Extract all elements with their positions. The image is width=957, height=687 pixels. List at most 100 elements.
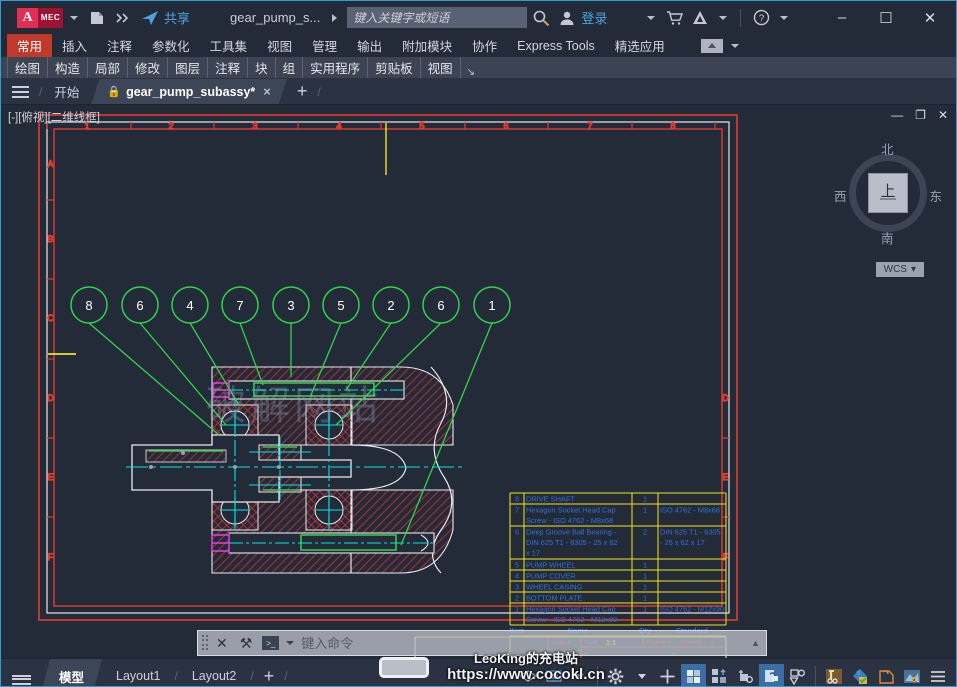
command-line-close-icon[interactable]: ✕ bbox=[210, 635, 234, 652]
object-snap-tracking-icon[interactable] bbox=[733, 664, 758, 687]
ribbon-tab-2[interactable]: 注释 bbox=[97, 34, 142, 57]
ribbon-panel-2[interactable]: 局部 bbox=[88, 57, 129, 78]
ribbon-panel-8[interactable]: 实用程序 bbox=[303, 57, 369, 78]
wcs-selector[interactable]: WCS ▾ bbox=[875, 262, 924, 277]
app-logo[interactable]: A MEC bbox=[17, 7, 63, 28]
ortho-mode-icon[interactable] bbox=[707, 664, 732, 687]
ribbon-minimize-group[interactable] bbox=[700, 34, 744, 57]
add-icon[interactable] bbox=[655, 664, 680, 687]
command-line-customize-icon[interactable]: ⚒ bbox=[234, 635, 259, 652]
ribbon-tab-10[interactable]: Express Tools bbox=[507, 34, 605, 57]
share-button[interactable]: 共享 bbox=[141, 8, 190, 27]
ribbon-panel-1[interactable]: 构造 bbox=[48, 57, 89, 78]
cart-icon[interactable] bbox=[662, 6, 686, 30]
viewport-scale-icon[interactable] bbox=[541, 664, 566, 687]
view-cube[interactable]: 上 北 南 西 东 bbox=[834, 143, 942, 246]
viewport-label[interactable]: [-][俯视][二维线框] bbox=[8, 109, 100, 125]
settings-caret-icon[interactable] bbox=[629, 664, 654, 687]
ribbon-panel-overflow-icon[interactable]: ↘ bbox=[461, 57, 481, 78]
svg-text:?: ? bbox=[759, 14, 765, 25]
layout-tab-model[interactable]: 模型 bbox=[41, 659, 102, 687]
annotation-visibility-icon[interactable] bbox=[785, 664, 810, 687]
ribbon-panel-3[interactable]: 修改 bbox=[128, 57, 169, 78]
parts-row-item: 1 bbox=[515, 605, 519, 614]
search-input[interactable] bbox=[347, 7, 528, 28]
signin-label[interactable]: 登录 bbox=[581, 8, 607, 27]
help-caret-icon[interactable] bbox=[780, 15, 789, 20]
account-icon[interactable] bbox=[555, 6, 579, 30]
isolate-objects-icon[interactable] bbox=[821, 664, 846, 687]
balloon-number-2: 4 bbox=[186, 298, 193, 313]
graphics-performance-icon[interactable] bbox=[899, 664, 924, 687]
clean-screen-icon[interactable] bbox=[873, 664, 898, 687]
ribbon-panel-10[interactable]: 视图 bbox=[421, 57, 461, 78]
share-plane-icon bbox=[142, 10, 158, 25]
tab-start[interactable]: 开始 bbox=[42, 79, 91, 104]
model-space-indicator-icon[interactable] bbox=[515, 664, 540, 687]
minimize-button[interactable]: – bbox=[820, 2, 864, 33]
maximize-button[interactable]: ☐ bbox=[864, 2, 908, 33]
tab-close-icon[interactable]: × bbox=[263, 84, 271, 99]
viewport-restore-icon[interactable]: ❐ bbox=[915, 108, 926, 122]
ribbon-panel-9[interactable]: 剪贴板 bbox=[368, 57, 421, 78]
ribbon-tab-4[interactable]: 工具集 bbox=[200, 34, 258, 57]
layout-tab-layout1[interactable]: Layout1 bbox=[102, 659, 174, 686]
command-input[interactable] bbox=[301, 635, 766, 651]
autodesk-icon[interactable] bbox=[688, 6, 712, 30]
help-icon[interactable]: ? bbox=[749, 6, 773, 30]
new-tab-button[interactable]: + bbox=[287, 79, 318, 104]
more-icon[interactable] bbox=[111, 6, 135, 30]
grid-snap-icon[interactable] bbox=[681, 663, 706, 686]
parts-row-qty: 1 bbox=[643, 561, 647, 570]
object-snap-icon[interactable] bbox=[759, 663, 784, 686]
svg-text:E: E bbox=[47, 472, 53, 482]
ribbon-tab-0[interactable]: 常用 bbox=[7, 34, 53, 57]
ribbon-tab-3[interactable]: 参数化 bbox=[142, 34, 200, 57]
close-button[interactable]: ✕ bbox=[908, 2, 952, 33]
parts-row-name: Hexagon Socket Head Cap bbox=[526, 605, 616, 614]
ribbon-tab-8[interactable]: 附加模块 bbox=[392, 34, 462, 57]
new-layout-button[interactable]: + bbox=[254, 659, 285, 686]
ribbon-tab-11[interactable]: 精选应用 bbox=[605, 34, 675, 57]
layout-tab-layout2[interactable]: Layout2 bbox=[178, 659, 250, 686]
ribbon-tab-5[interactable]: 视图 bbox=[257, 34, 302, 57]
ribbon-tab-9[interactable]: 协作 bbox=[462, 34, 507, 57]
ribbon-panel-4[interactable]: 图层 bbox=[168, 57, 209, 78]
ribbon-tab-1[interactable]: 插入 bbox=[52, 34, 97, 57]
autodesk-caret-icon[interactable] bbox=[719, 15, 728, 20]
wcs-label: WCS bbox=[883, 264, 907, 275]
parts-row-qty: 2 bbox=[643, 528, 647, 537]
command-line[interactable]: ✕ ⚒ >_ ▲ bbox=[197, 630, 767, 656]
new-document-icon[interactable] bbox=[85, 6, 109, 30]
command-history-caret-icon[interactable] bbox=[286, 641, 295, 645]
ribbon-panel-7[interactable]: 组 bbox=[276, 57, 304, 78]
status-divider-2 bbox=[815, 666, 816, 686]
ribbon-panel-0[interactable]: 绘图 bbox=[7, 57, 49, 78]
viewport-close-icon[interactable]: ✕ bbox=[938, 108, 948, 122]
command-scroll-up-icon[interactable]: ▲ bbox=[751, 638, 760, 648]
search-icon[interactable] bbox=[529, 6, 553, 30]
dropdown-caret-icon[interactable] bbox=[567, 664, 592, 687]
ribbon-tab-6[interactable]: 管理 bbox=[302, 34, 347, 57]
ribbon-panel-5[interactable]: 注释 bbox=[208, 57, 249, 78]
ribbon-collapse-caret-icon[interactable] bbox=[730, 43, 739, 48]
ribbon-panel-6[interactable]: 块 bbox=[248, 57, 276, 78]
viewport-minimize-icon[interactable]: — bbox=[891, 108, 903, 122]
command-line-grip-icon[interactable] bbox=[202, 635, 210, 651]
customization-menu-icon[interactable] bbox=[925, 664, 950, 687]
view-cube-top-face[interactable]: 上 bbox=[868, 173, 908, 213]
account-caret-icon[interactable] bbox=[647, 15, 656, 20]
hardware-acceleration-icon[interactable] bbox=[847, 664, 872, 687]
parts-row-item: 4 bbox=[515, 572, 519, 581]
document-dropdown-icon[interactable] bbox=[332, 13, 338, 22]
ribbon-collapse-icon[interactable] bbox=[700, 38, 723, 53]
ribbon-tab-7[interactable]: 输出 bbox=[347, 34, 392, 57]
status-bar: 模型 Layout1 / Layout2 / + / bbox=[1, 658, 956, 687]
status-menu-hamburger-icon[interactable] bbox=[1, 659, 41, 686]
quick-access-caret-icon[interactable] bbox=[70, 15, 78, 20]
file-menu-hamburger-icon[interactable] bbox=[1, 79, 39, 104]
compass-east: 东 bbox=[929, 190, 942, 204]
tab-gear-pump-subassy[interactable]: 🔒 gear_pump_subassy* × bbox=[91, 79, 287, 104]
drawing-canvas[interactable]: [-][俯视][二维线框] — ❐ ✕ 上 北 南 西 东 WCS ▾ 1 2 … bbox=[1, 105, 956, 658]
settings-gear-icon[interactable] bbox=[603, 664, 628, 687]
